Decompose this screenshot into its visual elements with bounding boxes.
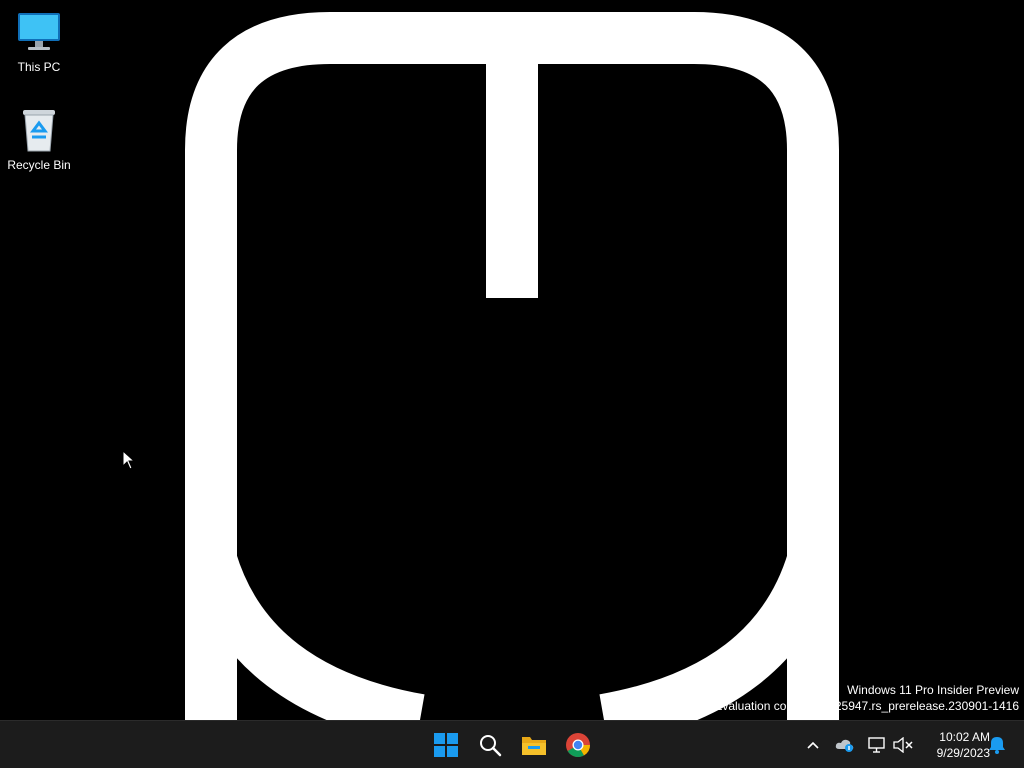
desktop[interactable]: This PC Recycle Bin Windows 11 Pro Insid… xyxy=(0,0,1024,720)
desktop-icon-label: Recycle Bin xyxy=(7,158,71,172)
chrome-icon xyxy=(566,733,590,758)
show-hidden-icons-chevron-icon[interactable] xyxy=(801,733,825,757)
windows-evaluation-watermark: Windows 11 Pro Insider Preview Evaluatio… xyxy=(714,682,1019,714)
search-button[interactable] xyxy=(470,725,510,765)
file-explorer-button[interactable] xyxy=(514,725,554,765)
volume-muted-icon[interactable] xyxy=(891,733,915,757)
clock-date: 9/29/2023 xyxy=(936,746,990,760)
taskbar-clock[interactable]: 10:02 AM 9/29/2023 xyxy=(918,729,990,761)
watermark-build: Evaluation copy. Build 25947.rs_prerelea… xyxy=(714,699,1019,713)
recycle-bin-icon xyxy=(15,106,63,154)
desktop-icon-label: This PC xyxy=(17,60,61,74)
chrome-button[interactable] xyxy=(558,725,598,765)
watermark-edition: Windows 11 Pro Insider Preview xyxy=(847,683,1019,697)
notification-bell-icon[interactable] xyxy=(985,733,1009,757)
start-button[interactable] xyxy=(426,725,466,765)
wallpaper-mouse-outline xyxy=(185,12,839,720)
onedrive-cloud-icon[interactable] xyxy=(833,733,857,757)
desktop-icon-recycle-bin[interactable]: Recycle Bin xyxy=(1,106,77,172)
mouse-pointer-icon xyxy=(122,450,136,470)
monitor-icon xyxy=(15,8,63,56)
windows-logo-icon xyxy=(434,733,458,757)
taskbar: 10:02 AM 9/29/2023 xyxy=(0,720,1024,768)
network-icon[interactable] xyxy=(865,733,889,757)
clock-time: 10:02 AM xyxy=(939,730,990,744)
search-icon xyxy=(480,735,502,757)
desktop-icon-this-pc[interactable]: This PC xyxy=(1,8,77,74)
folder-icon xyxy=(522,737,546,755)
